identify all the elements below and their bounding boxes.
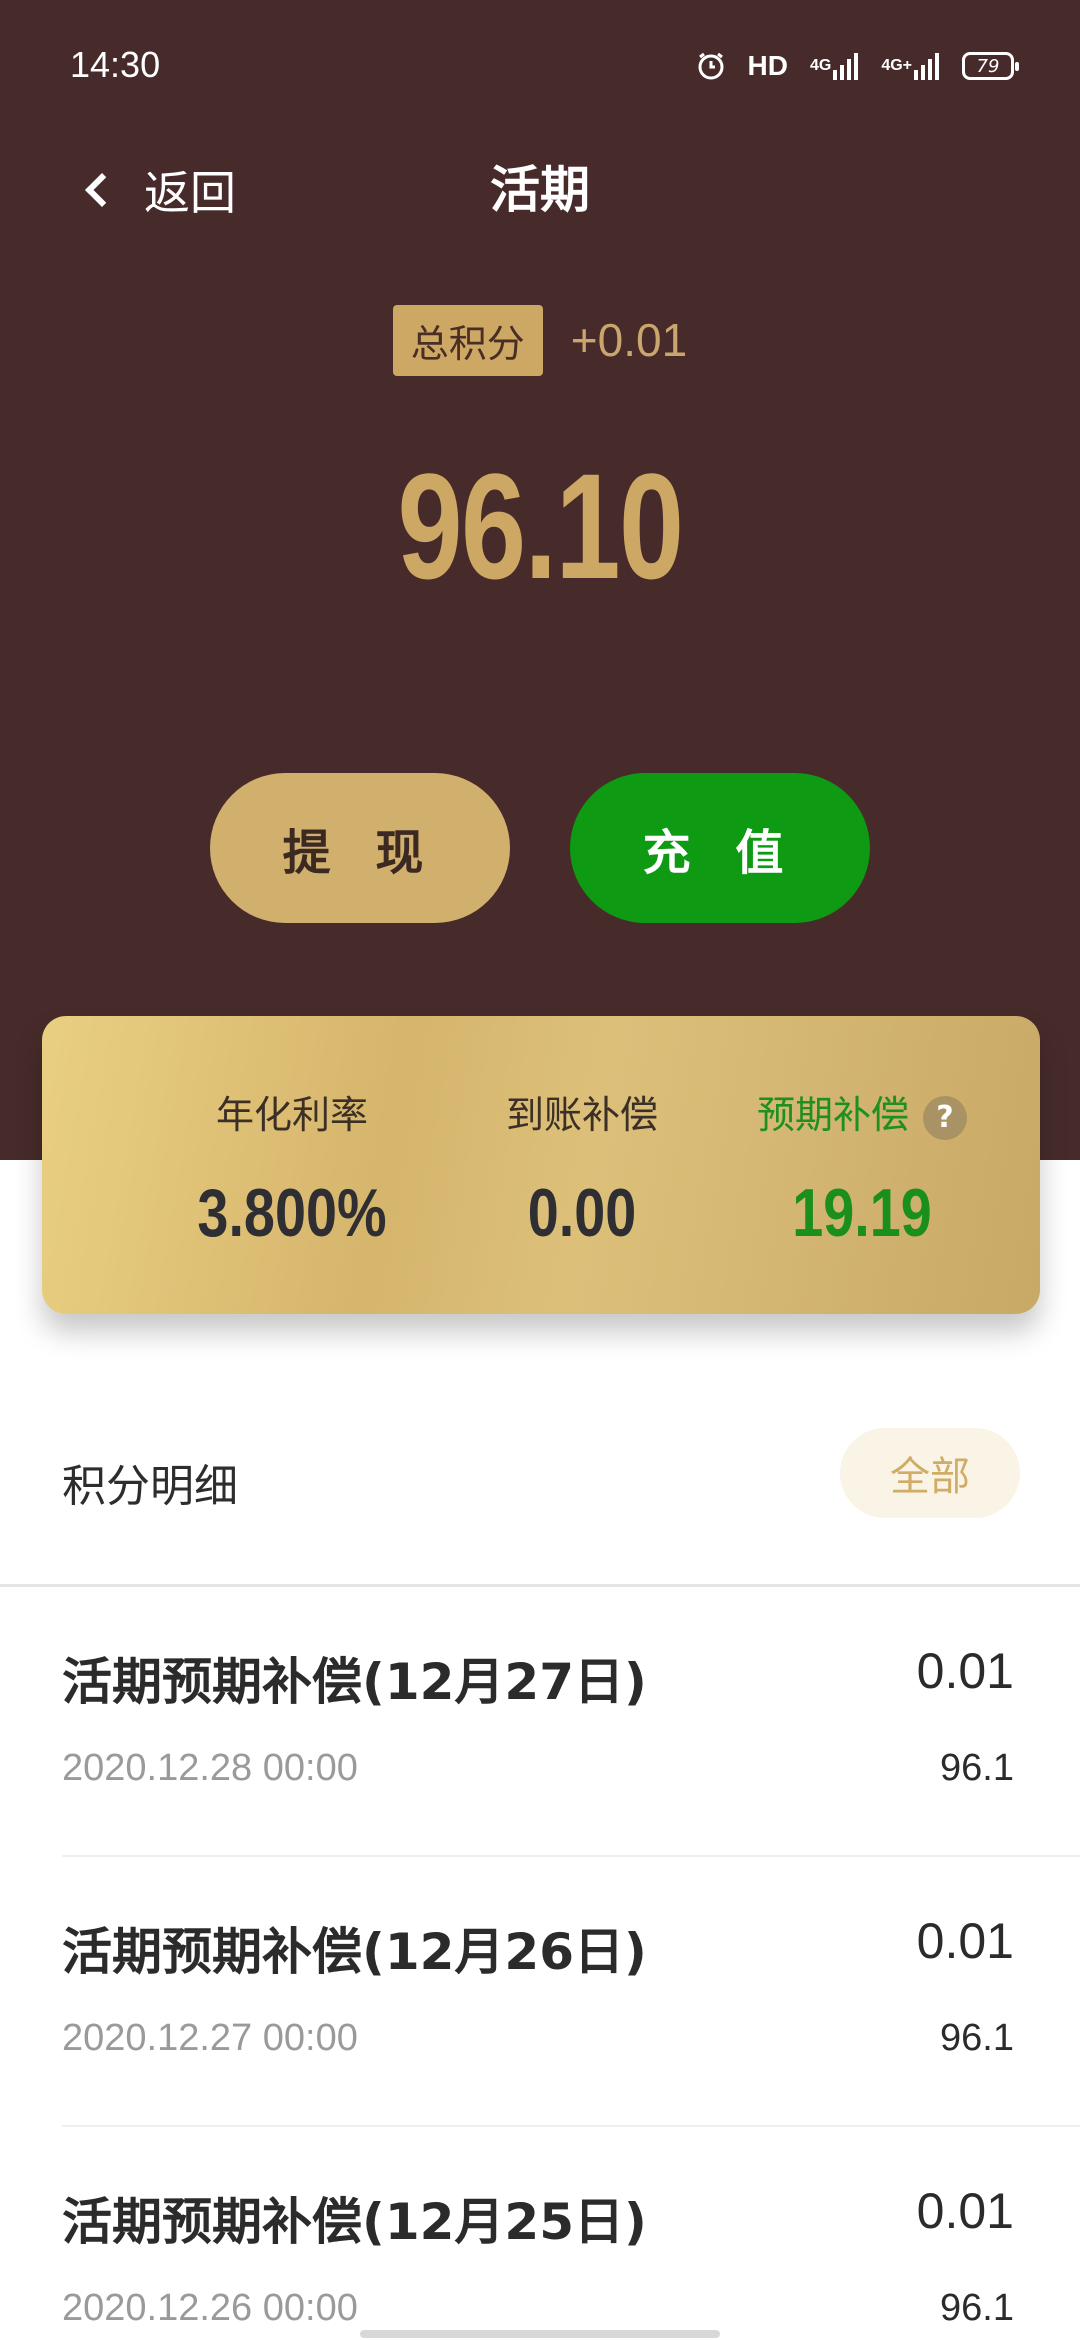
page-title: 活期: [490, 161, 590, 219]
total-score-value: 96.10: [397, 442, 685, 610]
nav-bar: 返回 活期: [0, 140, 1080, 240]
signal-4g-icon: 4G: [810, 52, 859, 80]
total-score-badge: 总积分: [392, 304, 543, 376]
stat-value: 19.19: [792, 1175, 932, 1251]
details-list: 活期预期补偿(12月27日) 0.01 2020.12.28 00:00 96.…: [0, 1587, 1080, 2340]
status-time: 14:30: [70, 44, 161, 85]
status-icons: HD 4G 4G+ 79: [696, 46, 1019, 86]
hd-icon: HD: [747, 50, 788, 81]
filter-all-button[interactable]: 全部: [840, 1428, 1020, 1518]
help-icon[interactable]: ?: [923, 1095, 967, 1140]
details-title: 积分明细: [62, 1461, 238, 1512]
recharge-button[interactable]: 充 值: [570, 773, 870, 923]
network-label: 4G: [809, 57, 832, 74]
stat-label: 年化利率: [215, 1093, 368, 1137]
signal-4g-plus-icon: 4G+: [881, 52, 940, 80]
alarm-icon: [696, 51, 726, 81]
network-label: 4G+: [881, 57, 912, 74]
item-date: 2020.12.28 00:00: [62, 1747, 358, 1789]
item-title: 活期预期补偿(12月26日): [62, 1923, 647, 1981]
details-header: 积分明细 全部: [0, 1420, 1080, 1560]
stat-value: 0.00: [527, 1175, 637, 1251]
score-delta: +0.01: [570, 314, 688, 366]
item-title: 活期预期补偿(12月27日): [62, 1653, 647, 1711]
list-item[interactable]: 活期预期补偿(12月25日) 0.01 2020.12.26 00:00 96.…: [62, 2127, 1080, 2340]
item-amount: 0.01: [916, 1913, 1014, 1969]
item-balance: 96.1: [940, 2017, 1014, 2059]
item-date: 2020.12.26 00:00: [62, 2287, 358, 2329]
total-score-row: 总积分 +0.01: [0, 304, 1080, 376]
battery-icon: 79: [962, 52, 1019, 80]
status-bar: 14:30 HD 4G 4G+ 79: [0, 0, 1080, 130]
stat-value: 3.800%: [197, 1175, 387, 1251]
item-balance: 96.1: [940, 2287, 1014, 2329]
rate-summary-card: 年化利率 3.800% 到账补偿 0.00 预期补偿? 19.19: [42, 1016, 1040, 1314]
item-date: 2020.12.27 00:00: [62, 2017, 358, 2059]
stat-label: 预期补偿: [756, 1093, 909, 1137]
stat-label-row: 预期补偿?: [712, 1084, 1012, 1140]
list-item[interactable]: 活期预期补偿(12月27日) 0.01 2020.12.28 00:00 96.…: [62, 1587, 1080, 1857]
home-indicator[interactable]: [360, 2330, 720, 2338]
item-balance: 96.1: [940, 1747, 1014, 1789]
item-title: 活期预期补偿(12月25日): [62, 2193, 647, 2251]
withdraw-button[interactable]: 提 现: [210, 773, 510, 923]
list-item[interactable]: 活期预期补偿(12月26日) 0.01 2020.12.27 00:00 96.…: [62, 1857, 1080, 2127]
item-amount: 0.01: [916, 1643, 1014, 1699]
item-amount: 0.01: [916, 2183, 1014, 2239]
stat-label: 到账补偿: [505, 1093, 658, 1137]
